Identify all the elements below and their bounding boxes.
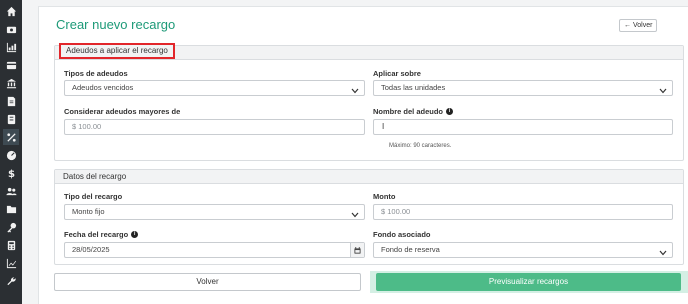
chevron-down-icon	[659, 85, 667, 94]
percent-icon[interactable]	[3, 129, 19, 145]
arrow-left-icon: ←	[624, 22, 631, 29]
chart-icon[interactable]	[3, 39, 19, 55]
calculator-icon[interactable]	[3, 237, 19, 253]
nombre-adeudo-label: Nombre del adeudo i	[373, 107, 454, 116]
dashboard-icon[interactable]	[3, 21, 19, 37]
aplicar-sobre-select[interactable]: Todas las unidades	[373, 80, 673, 96]
back-button[interactable]: Volver	[54, 273, 361, 291]
chevron-down-icon	[351, 85, 359, 94]
fondo-asociado-select[interactable]: Fondo de reserva	[373, 242, 673, 258]
nombre-adeudo-input[interactable]	[373, 119, 673, 135]
tipo-recargo-select[interactable]: Monto fijo	[64, 204, 365, 220]
fecha-recargo-label: Fecha del recargo i	[64, 230, 139, 239]
gauge-icon[interactable]	[3, 147, 19, 163]
folder-icon[interactable]	[3, 201, 19, 217]
users-icon[interactable]	[3, 183, 19, 199]
home-icon[interactable]	[3, 3, 19, 19]
bank-icon[interactable]	[3, 75, 19, 91]
main-content: Crear nuevo recargo ← Volver Adeudos a a…	[38, 6, 688, 304]
datos-card: Datos del recargo Tipo del recargo Monto…	[54, 169, 684, 265]
mayores-label: Considerar adeudos mayores de	[64, 107, 181, 116]
adeudos-card: Adeudos a aplicar el recargo Tipos de ad…	[54, 43, 684, 161]
fondo-asociado-label: Fondo asociado	[373, 230, 431, 239]
fecha-recargo-input[interactable]: 28/05/2025	[64, 242, 365, 258]
datos-card-title: Datos del recargo	[55, 170, 683, 184]
tipo-recargo-label: Tipo del recargo	[64, 192, 123, 201]
back-top-button[interactable]: ← Volver	[619, 19, 658, 32]
info-icon[interactable]: i	[446, 108, 454, 115]
wrench-icon[interactable]	[3, 273, 19, 289]
sidebar: $	[0, 0, 22, 304]
tipos-adeudos-select[interactable]: Adeudos vencidos	[64, 80, 365, 96]
stats-icon[interactable]	[3, 255, 19, 271]
tipos-adeudos-label: Tipos de adeudos	[64, 69, 128, 78]
adeudos-card-title: Adeudos a aplicar el recargo	[59, 43, 175, 59]
mayores-input[interactable]: $ 100.00	[64, 119, 365, 135]
calendar-icon[interactable]	[350, 243, 364, 257]
key-icon[interactable]	[3, 219, 19, 235]
page-title: Crear nuevo recargo	[56, 17, 176, 32]
back-top-label: Volver	[633, 22, 653, 29]
chevron-down-icon	[351, 209, 359, 218]
monto-label: Monto	[373, 192, 396, 201]
preview-button-focus-ring: Previsualizar recargos	[370, 271, 688, 293]
svg-text:$: $	[7, 169, 14, 179]
text-cursor-icon: I	[382, 122, 385, 131]
receipt-icon[interactable]	[3, 111, 19, 127]
chevron-down-icon	[659, 247, 667, 256]
nombre-hint: Máximo: 90 caracteres.	[389, 143, 452, 149]
aplicar-sobre-label: Aplicar sobre	[373, 69, 421, 78]
preview-button[interactable]: Previsualizar recargos	[376, 273, 681, 291]
document-icon[interactable]	[3, 93, 19, 109]
card-icon[interactable]	[3, 57, 19, 73]
monto-input[interactable]: $ 100.00	[373, 204, 673, 220]
info-icon[interactable]: i	[131, 231, 139, 238]
dollar-icon[interactable]: $	[3, 165, 19, 181]
